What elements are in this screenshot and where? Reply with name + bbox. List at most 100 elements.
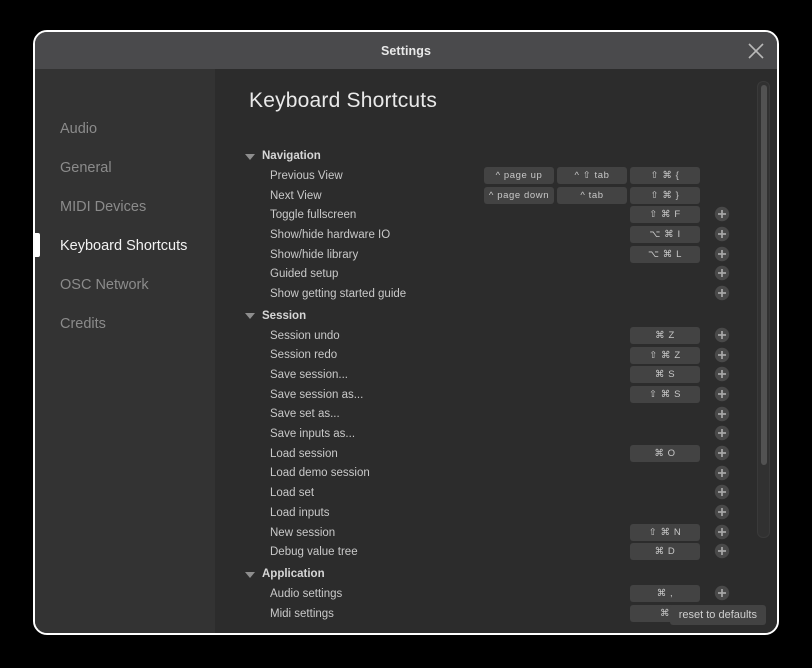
- section-title: Application: [262, 568, 325, 581]
- shortcut-label: Show getting started guide: [270, 287, 407, 300]
- shortcut-label: Show/hide library: [270, 248, 359, 261]
- plus-circle-icon[interactable]: [714, 406, 730, 422]
- window-titlebar: Settings: [35, 32, 777, 69]
- plus-circle-icon[interactable]: [714, 285, 730, 301]
- shortcut-badges: ⌘ O: [630, 444, 700, 462]
- plus-circle-icon[interactable]: [714, 347, 730, 363]
- plus-circle-icon[interactable]: [714, 246, 730, 262]
- shortcut-row[interactable]: New session ⇧ ⌘ N: [245, 523, 747, 543]
- shortcut-label: Load inputs: [270, 506, 330, 519]
- plus-circle-icon[interactable]: [714, 327, 730, 343]
- shortcut-key-badge[interactable]: ^ ⇧ tab: [557, 167, 627, 184]
- shortcut-label: Debug value tree: [270, 546, 358, 559]
- shortcut-label: Save inputs as...: [270, 428, 356, 441]
- plus-circle-icon[interactable]: [714, 465, 730, 481]
- plus-circle-icon[interactable]: [714, 543, 730, 559]
- chevron-down-icon[interactable]: [245, 153, 255, 160]
- window-body: Audio General MIDI Devices Keyboard Shortcu…: [35, 69, 777, 633]
- shortcut-row[interactable]: Debug value tree ⌘ D: [245, 542, 747, 562]
- plus-circle-icon[interactable]: [714, 484, 730, 500]
- shortcut-badges: ⌘ S: [630, 366, 700, 384]
- shortcut-row[interactable]: Show/hide library ⌥ ⌘ L: [245, 245, 747, 265]
- shortcut-key-badge[interactable]: ^ tab: [557, 186, 627, 204]
- shortcut-key-badge[interactable]: ^ page up: [484, 167, 554, 184]
- shortcut-key-badge[interactable]: ⌘ ,: [630, 585, 700, 603]
- shortcut-key-badge[interactable]: ⌥ ⌘ I: [630, 226, 700, 244]
- shortcut-label: Save session as...: [270, 388, 364, 401]
- sidebar-item-midi-devices[interactable]: MIDI Devices: [35, 187, 215, 226]
- shortcut-key-badge[interactable]: ⇧ ⌘ Z: [630, 346, 700, 364]
- shortcut-badges: ⌥ ⌘ I: [630, 226, 700, 244]
- shortcut-row[interactable]: Toggle fullscreen ⇧ ⌘ F: [245, 205, 747, 225]
- section-title: Navigation: [262, 150, 321, 162]
- plus-circle-icon[interactable]: [714, 206, 730, 222]
- chevron-down-icon[interactable]: [245, 313, 255, 320]
- shortcut-key-badge[interactable]: ⇧ ⌘ S: [630, 385, 700, 403]
- sidebar-selection-indicator: [35, 233, 40, 257]
- shortcut-key-badge[interactable]: ⌘ D: [630, 543, 700, 561]
- shortcut-row[interactable]: Show/hide hardware IO ⌥ ⌘ I: [245, 225, 747, 245]
- plus-circle-icon[interactable]: [714, 366, 730, 382]
- shortcut-row[interactable]: Load inputs: [245, 503, 747, 523]
- shortcut-row[interactable]: Audio settings ⌘ ,: [245, 584, 747, 604]
- shortcut-row[interactable]: Load demo session: [245, 464, 747, 484]
- shortcut-key-badge[interactable]: ⇧ ⌘ {: [630, 167, 700, 184]
- shortcut-key-badge[interactable]: ^ page down: [484, 186, 554, 204]
- shortcut-row[interactable]: Session undo ⌘ Z: [245, 326, 747, 346]
- shortcut-row[interactable]: Save session as... ⇧ ⌘ S: [245, 385, 747, 405]
- shortcut-badges: ⇧ ⌘ F: [630, 206, 700, 224]
- plus-circle-icon[interactable]: [714, 585, 730, 601]
- shortcut-row[interactable]: Save session... ⌘ S: [245, 365, 747, 385]
- sidebar-item-osc-network[interactable]: OSC Network: [35, 265, 215, 304]
- shortcut-row[interactable]: Show getting started guide: [245, 284, 747, 304]
- shortcut-row[interactable]: Load session ⌘ O: [245, 444, 747, 464]
- close-icon[interactable]: [746, 41, 766, 61]
- shortcut-row[interactable]: Load set: [245, 483, 747, 503]
- shortcut-row[interactable]: Save set as...: [245, 405, 747, 425]
- sidebar-item-credits[interactable]: Credits: [35, 304, 215, 343]
- plus-circle-icon[interactable]: [714, 425, 730, 441]
- shortcut-badges: ⌘ Z: [630, 326, 700, 344]
- plus-circle-icon[interactable]: [714, 226, 730, 242]
- shortcut-label: Next View: [270, 189, 322, 202]
- shortcut-key-badge[interactable]: ⇧ ⌘ }: [630, 186, 700, 204]
- sidebar-item-label: MIDI Devices: [60, 198, 147, 215]
- shortcut-key-badge[interactable]: ⌘ O: [630, 444, 700, 462]
- sidebar-item-keyboard-shortcuts[interactable]: Keyboard Shortcuts: [35, 226, 215, 265]
- section-header-application[interactable]: Application: [245, 564, 747, 584]
- shortcut-row[interactable]: Guided setup: [245, 264, 747, 284]
- shortcut-row[interactable]: Previous View ⇧ ⌘ {^ ⇧ tab ^ page up: [245, 166, 747, 186]
- vertical-scrollbar-thumb[interactable]: [761, 85, 767, 465]
- section-header-session[interactable]: Session: [245, 306, 747, 326]
- shortcut-row[interactable]: Save inputs as...: [245, 424, 747, 444]
- shortcut-label: Previous View: [270, 169, 343, 182]
- shortcut-key-badge[interactable]: ⌘ Z: [630, 326, 700, 344]
- plus-circle-icon[interactable]: [714, 386, 730, 402]
- shortcut-badges: ⌘ D: [630, 543, 700, 561]
- shortcuts-list-viewport: Navigation Previous View ⇧ ⌘ {^ ⇧ tab ^ pag…: [215, 144, 777, 633]
- shortcut-key-badge[interactable]: ⌘ S: [630, 366, 700, 384]
- shortcut-key-badge[interactable]: ⌥ ⌘ L: [630, 245, 700, 263]
- sidebar-item-audio[interactable]: Audio: [35, 109, 215, 148]
- shortcut-row[interactable]: Next View ⇧ ⌘ } ^ tab ^ page down: [245, 186, 747, 206]
- plus-circle-icon[interactable]: [714, 445, 730, 461]
- shortcut-label: Guided setup: [270, 268, 339, 281]
- shortcut-badges: ⇧ ⌘ Z: [630, 346, 700, 364]
- shortcut-label: Save session...: [270, 369, 348, 382]
- plus-circle-icon[interactable]: [714, 265, 730, 281]
- chevron-down-icon[interactable]: [245, 571, 255, 578]
- vertical-scrollbar-track[interactable]: [757, 81, 770, 538]
- shortcut-label: New session: [270, 526, 336, 539]
- shortcut-key-badge[interactable]: ⇧ ⌘ F: [630, 206, 700, 224]
- sidebar-item-general[interactable]: General: [35, 148, 215, 187]
- shortcut-label: Save set as...: [270, 408, 340, 421]
- plus-circle-icon[interactable]: [714, 524, 730, 540]
- plus-circle-icon[interactable]: [714, 504, 730, 520]
- shortcut-label: Audio settings: [270, 587, 343, 600]
- shortcut-key-badge[interactable]: ⇧ ⌘ N: [630, 523, 700, 541]
- reset-to-defaults-button[interactable]: reset to defaults: [669, 605, 766, 625]
- section-header-navigation[interactable]: Navigation: [245, 146, 747, 166]
- window-title: Settings: [380, 43, 432, 58]
- shortcut-row[interactable]: Session redo ⇧ ⌘ Z: [245, 346, 747, 366]
- shortcut-label: Show/hide hardware IO: [270, 228, 391, 241]
